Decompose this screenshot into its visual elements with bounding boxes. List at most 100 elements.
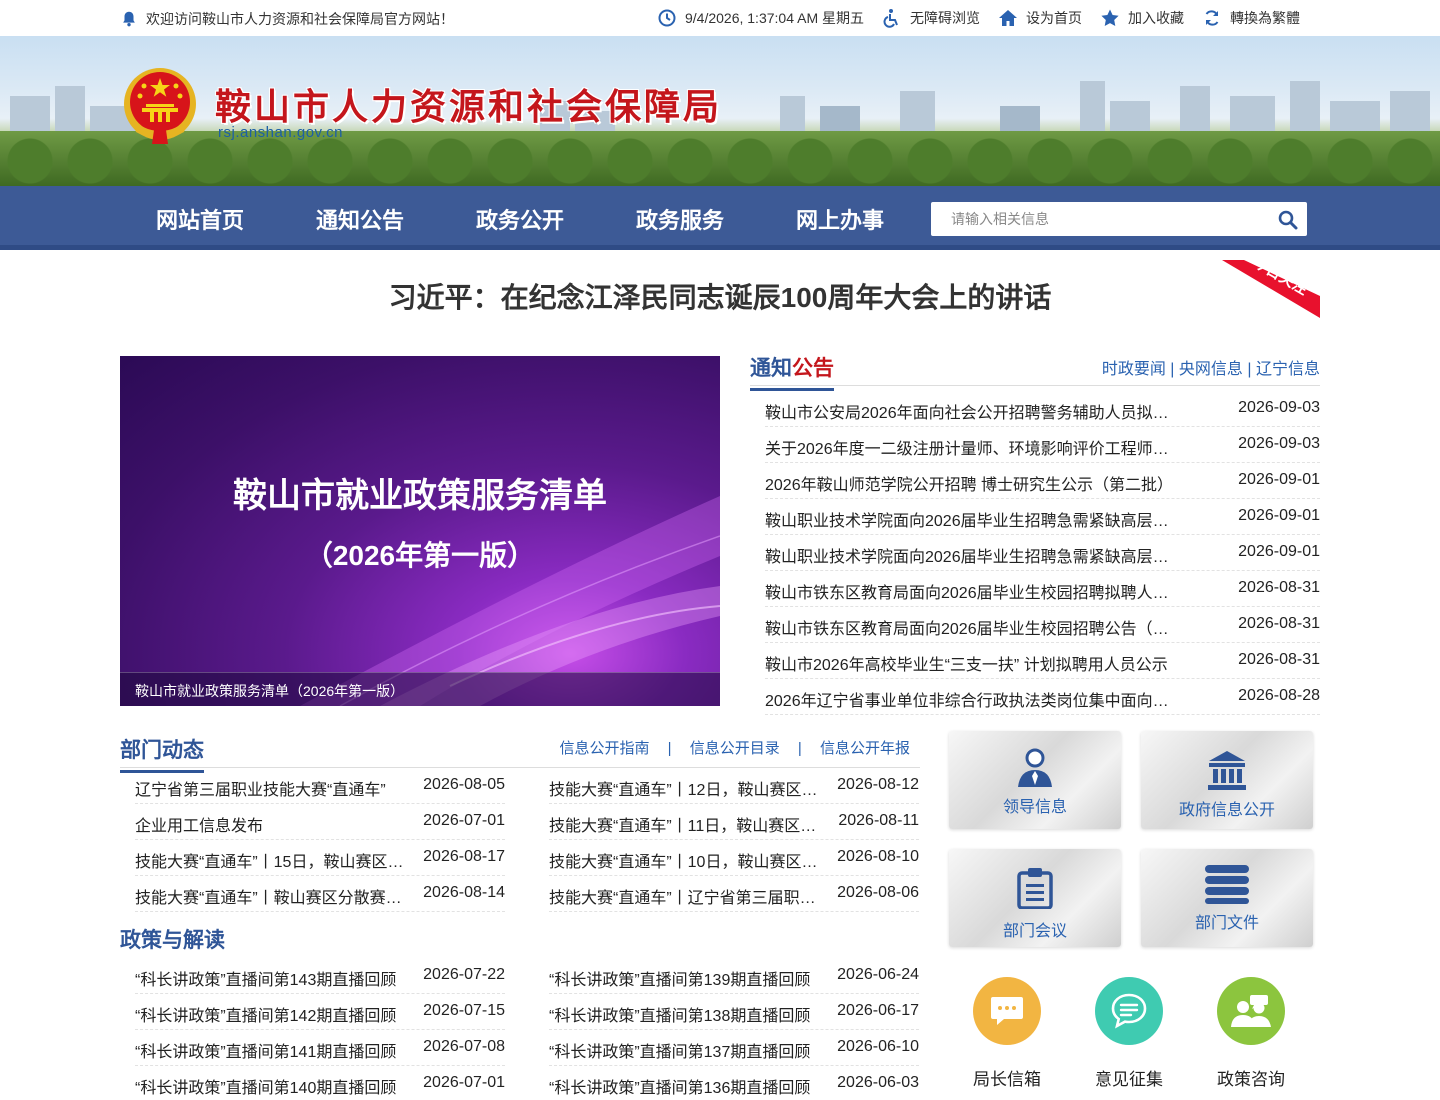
dept-meeting-label: 部门会议 — [1002, 923, 1067, 940]
policy-item-title[interactable]: “科长讲政策”直播间第141期直播回顾 — [135, 1038, 405, 1062]
notice-item-title[interactable]: 鞍山市2026年高校毕业生“三支一扶” 计划拟聘用人员公示 — [765, 651, 1175, 675]
notice-item-title[interactable]: 2026年辽宁省事业单位非综合行政执法类岗位集中面向社会公开招聘公告 — [765, 687, 1175, 711]
notice-item-title[interactable]: 鞍山市公安局2026年面向社会公开招聘警务辅助人员拟聘用人员公示 — [765, 399, 1175, 423]
welcome-message: 欢迎访问鞍山市人力资源和社会保障局官方网站！ — [120, 9, 454, 29]
datetime-display: 9/4/2026, 1:37:04 AM 星期五 — [657, 8, 864, 28]
traditional-link[interactable]: 轉換為繁體 — [1202, 8, 1300, 28]
link-disclosure-guide[interactable]: 信息公开指南 — [559, 740, 649, 757]
nav-item-gov-services[interactable]: 政务服务 — [636, 203, 724, 235]
notice-item-date: 2026-08-31 — [1238, 615, 1320, 632]
top-tools: 9/4/2026, 1:37:04 AM 星期五 无障碍浏览 设为首页 加入收藏 — [657, 8, 1300, 28]
dept-news-item[interactable]: 技能大赛“直通车”丨10日，鞍山赛区精彩继续 2026-08-10 — [549, 840, 919, 876]
dept-news-item[interactable]: 技能大赛“直通车”丨12日，鞍山赛区精彩继续 2026-08-12 — [549, 768, 919, 804]
notice-item-title[interactable]: 鞍山市铁东区教育局面向2026届毕业生校园招聘公告（第二批） — [765, 615, 1175, 639]
dept-news-item[interactable]: 技能大赛“直通车”丨辽宁省第三届职业技能大赛开幕 2026-08-06 — [549, 876, 919, 912]
notice-item[interactable]: 鞍山市铁东区教育局面向2026届毕业生校园招聘公告（第二批） 2026-08-31 — [765, 607, 1320, 643]
notice-item-title[interactable]: 关于2026年度一二级注册计量师、环境影响评价工程师考试有关事项的通知 — [765, 435, 1175, 459]
link-liaoning-info[interactable]: 辽宁信息 — [1256, 361, 1320, 378]
gov-info-label: 政府信息公开 — [1178, 802, 1275, 819]
notice-item-date: 2026-09-01 — [1238, 507, 1320, 524]
policy-item[interactable]: “科长讲政策”直播间第141期直播回顾 2026-07-08 — [135, 1030, 505, 1066]
link-current-affairs[interactable]: 时政要闻 — [1102, 361, 1166, 378]
dept-news-item[interactable]: 辽宁省第三届职业技能大赛“直通车” 2026-08-05 — [135, 768, 505, 804]
dept-news-item-title[interactable]: 技能大赛“直通车”丨鞍山赛区分散赛项开赛 — [135, 884, 405, 908]
accessibility-label: 无障碍浏览 — [910, 10, 980, 26]
clipboard-icon — [1017, 868, 1053, 909]
policy-item-date: 2026-06-24 — [837, 966, 919, 983]
policy-item-title[interactable]: “科长讲政策”直播间第140期直播回顾 — [135, 1074, 405, 1098]
policy-item-title[interactable]: “科长讲政策”直播间第143期直播回顾 — [135, 966, 405, 990]
slide-background-image — [300, 496, 720, 706]
policy-item[interactable]: “科长讲政策”直播间第139期直播回顾 2026-06-24 — [549, 958, 919, 994]
dept-news-item-title[interactable]: 技能大赛“直通车”丨11日，鞍山赛区精彩继续 — [549, 812, 819, 836]
policy-item[interactable]: “科长讲政策”直播间第136期直播回顾 2026-06-03 — [549, 1066, 919, 1100]
dept-news-item-title[interactable]: 技能大赛“直通车”丨辽宁省第三届职业技能大赛开幕 — [549, 884, 819, 908]
dept-news-item-title[interactable]: 企业用工信息发布 — [135, 812, 405, 836]
tab-notices[interactable]: 通知公告 — [750, 352, 834, 391]
national-emblem-icon — [124, 68, 196, 144]
notice-item-date: 2026-08-28 — [1238, 687, 1320, 704]
nav-item-notices[interactable]: 通知公告 — [316, 203, 404, 235]
notice-item[interactable]: 鞍山市铁东区教育局面向2026届毕业生校园招聘拟聘人员公示 2026-08-31 — [765, 571, 1320, 607]
nav-item-home[interactable]: 网站首页 — [156, 203, 244, 235]
gov-info-tile[interactable]: 政府信息公开 — [1141, 731, 1313, 829]
set-home-link[interactable]: 设为首页 — [998, 8, 1082, 28]
tab-policy[interactable]: 政策与解读 — [120, 924, 225, 960]
policy-item-title[interactable]: “科长讲政策”直播间第136期直播回顾 — [549, 1074, 819, 1098]
notice-item[interactable]: 2026年鞍山师范学院公开招聘 博士研究生公示（第二批） 2026-09-01 — [765, 463, 1320, 499]
main-nav: 网站首页 通知公告 政务公开 政务服务 网上办事 — [0, 186, 1440, 250]
dept-news-item-title[interactable]: 技能大赛“直通车”丨10日，鞍山赛区精彩继续 — [549, 848, 819, 872]
dept-docs-tile[interactable]: 部门文件 — [1141, 849, 1313, 947]
policy-item[interactable]: “科长讲政策”直播间第143期直播回顾 2026-07-22 — [135, 958, 505, 994]
nav-item-online-services[interactable]: 网上办事 — [796, 203, 884, 235]
notice-item[interactable]: 2026年辽宁省事业单位非综合行政执法类岗位集中面向社会公开招聘公告 2026-0… — [765, 679, 1320, 715]
notice-item-title[interactable]: 鞍山市铁东区教育局面向2026届毕业生校园招聘拟聘人员公示 — [765, 579, 1175, 603]
policy-item[interactable]: “科长讲政策”直播间第138期直播回顾 2026-06-17 — [549, 994, 919, 1030]
policy-item-title[interactable]: “科长讲政策”直播间第137期直播回顾 — [549, 1038, 819, 1062]
policy-item-title[interactable]: “科长讲政策”直播间第139期直播回顾 — [549, 966, 819, 990]
dept-news-item[interactable]: 企业用工信息发布 2026-07-01 — [135, 804, 505, 840]
notice-item[interactable]: 鞍山职业技术学院面向2026届毕业生招聘急需紧缺高层次人才拟聘用人员公示 2026… — [765, 499, 1320, 535]
dept-meeting-tile[interactable]: 部门会议 — [949, 849, 1121, 947]
opinion-collection-button[interactable]: 意见征集 — [1094, 977, 1164, 1090]
chat-bubble-icon — [991, 997, 1023, 1025]
dept-news-item[interactable]: 技能大赛“直通车”丨15日，鞍山赛区精彩继续 2026-08-17 — [135, 840, 505, 876]
policy-consult-button[interactable]: 政策咨询 — [1216, 977, 1286, 1090]
link-disclosure-annual[interactable]: 信息公开年报 — [820, 740, 910, 757]
image-slider[interactable]: 鞍山市就业政策服务清单 （2026年第一版） 鞍山市就业政策服务清单（2026年… — [120, 356, 720, 706]
policy-item[interactable]: “科长讲政策”直播间第140期直播回顾 2026-07-01 — [135, 1066, 505, 1100]
nav-item-gov-affairs[interactable]: 政务公开 — [476, 203, 564, 235]
notice-item[interactable]: 鞍山市公安局2026年面向社会公开招聘警务辅助人员拟聘用人员公示 2026-09-… — [765, 391, 1320, 427]
notice-item[interactable]: 鞍山市2026年高校毕业生“三支一扶” 计划拟聘用人员公示 2026-08-31 — [765, 643, 1320, 679]
director-mailbox-button[interactable]: 局长信箱 — [972, 977, 1042, 1090]
slide-title: 鞍山市就业政策服务清单 — [233, 477, 607, 515]
slide-caption[interactable]: 鞍山市就业政策服务清单（2026年第一版） — [135, 681, 404, 701]
notice-item[interactable]: 关于2026年度一二级注册计量师、环境影响评价工程师考试有关事项的通知 2026-… — [765, 427, 1320, 463]
favorite-link[interactable]: 加入收藏 — [1100, 8, 1184, 28]
traditional-label: 轉換為繁體 — [1230, 10, 1300, 26]
refresh-icon — [1205, 10, 1219, 26]
dept-news-item[interactable]: 技能大赛“直通车”丨鞍山赛区分散赛项开赛 2026-08-14 — [135, 876, 505, 912]
site-title: 鞍山市人力资源和社会保障局 — [215, 86, 723, 127]
dept-news-item-title[interactable]: 辽宁省第三届职业技能大赛“直通车” — [135, 776, 405, 800]
link-central-info[interactable]: 央网信息 — [1179, 361, 1243, 378]
policy-section: 政策与解读 “科长讲政策”直播间第143期直播回顾 2026-07-22 “科长讲政… — [120, 922, 920, 1097]
dept-news-item[interactable]: 技能大赛“直通车”丨11日，鞍山赛区精彩继续 2026-08-11 — [549, 804, 919, 840]
search-icon[interactable] — [1277, 209, 1299, 231]
policy-item-title[interactable]: “科长讲政策”直播间第142期直播回顾 — [135, 1002, 405, 1026]
notice-panel: 通知公告 时政要闻 | 央网信息 | 辽宁信息 鞍山市公安局2026年面向社会公… — [750, 350, 1320, 715]
policy-item-date: 2026-06-17 — [837, 1002, 919, 1019]
notice-item-title[interactable]: 鞍山职业技术学院面向2026届毕业生招聘急需紧缺高层次人才公告 — [765, 543, 1175, 567]
dept-news-item-title[interactable]: 技能大赛“直通车”丨12日，鞍山赛区精彩继续 — [549, 776, 819, 800]
notice-item[interactable]: 鞍山职业技术学院面向2026届毕业生招聘急需紧缺高层次人才公告 2026-09-0… — [765, 535, 1320, 571]
leader-info-tile[interactable]: 领导信息 — [949, 731, 1121, 829]
notice-item-title[interactable]: 2026年鞍山师范学院公开招聘 博士研究生公示（第二批） — [765, 471, 1175, 495]
accessibility-link[interactable]: 无障碍浏览 — [882, 8, 980, 28]
policy-item[interactable]: “科长讲政策”直播间第142期直播回顾 2026-07-15 — [135, 994, 505, 1030]
search-input[interactable] — [931, 202, 1271, 236]
notice-item-title[interactable]: 鞍山职业技术学院面向2026届毕业生招聘急需紧缺高层次人才拟聘用人员公示 — [765, 507, 1175, 531]
policy-item-title[interactable]: “科长讲政策”直播间第138期直播回顾 — [549, 1002, 819, 1026]
dept-news-item-title[interactable]: 技能大赛“直通车”丨15日，鞍山赛区精彩继续 — [135, 848, 405, 872]
policy-item[interactable]: “科长讲政策”直播间第137期直播回顾 2026-06-10 — [549, 1030, 919, 1066]
link-disclosure-catalog[interactable]: 信息公开目录 — [690, 740, 780, 757]
